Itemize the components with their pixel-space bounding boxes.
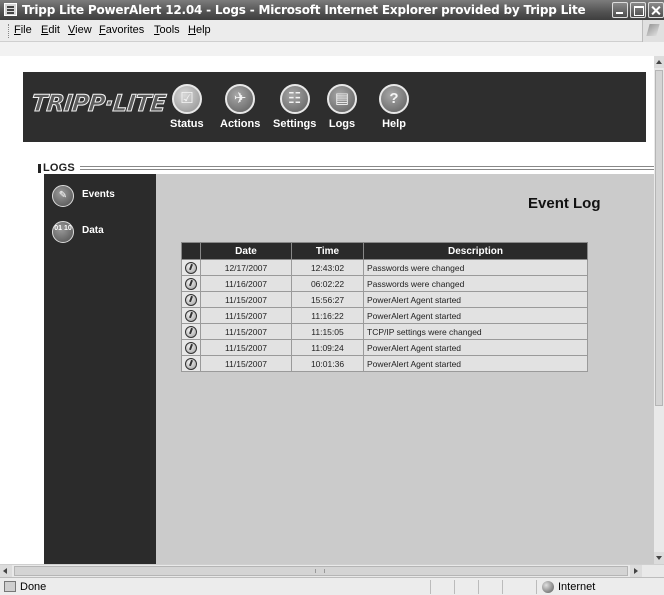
nav-settings-label: Settings <box>273 118 317 130</box>
cell-time: 11:09:24 <box>291 339 364 356</box>
event-info-icon[interactable] <box>185 293 197 306</box>
menu-favorites[interactable]: Favorites <box>99 24 144 36</box>
scroll-down-icon[interactable] <box>654 552 664 564</box>
minimize-button[interactable] <box>612 2 628 18</box>
sidebar-item-label: Events <box>82 189 115 200</box>
app-header: TRIPP·LITE ☑ Status ✈ Actions ☷ Settings… <box>23 72 646 142</box>
column-header-description[interactable]: Description <box>363 242 588 260</box>
menu-file[interactable]: File <box>14 24 32 36</box>
cell-date: 11/16/2007 <box>200 275 292 292</box>
cell-date: 11/15/2007 <box>200 307 292 324</box>
logs-sidebar: ✎ Events 01 10 Data <box>44 174 156 564</box>
maximize-button[interactable] <box>630 2 646 18</box>
help-icon: ? <box>379 84 409 114</box>
menu-edit[interactable]: Edit <box>41 24 60 36</box>
event-log-table: Date Time Description 12/17/2007 12:43:0… <box>181 242 588 372</box>
cell-description: Passwords were changed <box>363 275 588 292</box>
page-title: Event Log <box>528 195 601 212</box>
settings-icon: ☷ <box>279 84 310 114</box>
cell-description: PowerAlert Agent started <box>363 307 588 324</box>
event-info-icon[interactable] <box>185 261 197 274</box>
cell-time: 06:02:22 <box>291 275 364 292</box>
toolbar-grip[interactable] <box>8 24 10 38</box>
vertical-scroll-thumb[interactable] <box>655 70 663 406</box>
status-bar: Done Internet <box>0 577 664 595</box>
cell-description: TCP/IP settings were changed <box>363 323 588 340</box>
logs-icon: ▤ <box>327 84 357 114</box>
section-marker <box>38 164 41 173</box>
event-info-icon[interactable] <box>185 357 197 370</box>
windows-logo-icon <box>642 20 664 42</box>
ie-app-icon[interactable] <box>4 3 17 16</box>
status-text: Done <box>20 581 47 593</box>
section-title: LOGS <box>43 162 75 174</box>
security-zone-label[interactable]: Internet <box>558 581 595 593</box>
nav-logs-label: Logs <box>328 118 356 130</box>
table-row[interactable]: 11/15/2007 11:15:05 TCP/IP settings were… <box>181 323 588 340</box>
tripp-lite-logo[interactable]: TRIPP·LITE <box>29 91 168 127</box>
window-title: Tripp Lite PowerAlert 12.04 - Logs - Mic… <box>22 3 586 17</box>
cell-description: PowerAlert Agent started <box>363 291 588 308</box>
sidebar-item-label: Data <box>82 225 104 236</box>
cell-description: Passwords were changed <box>363 259 588 276</box>
cell-date: 12/17/2007 <box>200 259 292 276</box>
event-info-icon[interactable] <box>185 325 197 338</box>
icon-column-header <box>181 242 201 260</box>
nav-help-label: Help <box>382 118 406 130</box>
cell-description: PowerAlert Agent started <box>363 355 588 372</box>
cell-date: 11/15/2007 <box>200 291 292 308</box>
section-rule <box>80 166 655 170</box>
internet-zone-icon <box>542 581 554 593</box>
menu-view[interactable]: View <box>68 24 92 36</box>
scroll-up-icon[interactable] <box>654 56 664 68</box>
table-row[interactable]: 11/15/2007 15:56:27 PowerAlert Agent sta… <box>181 291 588 308</box>
table-row[interactable]: 11/16/2007 06:02:22 Passwords were chang… <box>181 275 588 292</box>
menu-help[interactable]: Help <box>188 24 211 36</box>
menu-tools[interactable]: Tools <box>154 24 180 36</box>
cell-time: 11:15:05 <box>291 323 364 340</box>
status-icon: ☑ <box>171 84 202 114</box>
title-bar: Tripp Lite PowerAlert 12.04 - Logs - Mic… <box>0 0 664 20</box>
table-row[interactable]: 12/17/2007 12:43:02 Passwords were chang… <box>181 259 588 276</box>
nav-help[interactable]: ? Help <box>379 84 409 130</box>
event-info-icon[interactable] <box>185 277 197 290</box>
table-row[interactable]: 11/15/2007 11:09:24 PowerAlert Agent sta… <box>181 339 588 356</box>
table-header-row: Date Time Description <box>181 242 588 260</box>
cell-time: 12:43:02 <box>291 259 364 276</box>
cell-date: 11/15/2007 <box>200 339 292 356</box>
content-panel: Event Log Date Time Description 12/17/20… <box>156 174 655 564</box>
horizontal-scrollbar[interactable] <box>0 564 664 577</box>
cell-date: 11/15/2007 <box>200 355 292 372</box>
vertical-scrollbar[interactable] <box>654 56 664 564</box>
column-header-date[interactable]: Date <box>200 242 292 260</box>
cell-time: 10:01:36 <box>291 355 364 372</box>
scroll-right-icon[interactable] <box>630 565 642 577</box>
nav-actions-label: Actions <box>220 118 261 130</box>
cell-description: PowerAlert Agent started <box>363 339 588 356</box>
nav-logs[interactable]: ▤ Logs <box>327 84 357 130</box>
section-header: LOGS <box>38 162 655 174</box>
scroll-left-icon[interactable] <box>0 565 12 577</box>
actions-icon: ✈ <box>225 84 256 114</box>
table-row[interactable]: 11/15/2007 10:01:36 PowerAlert Agent sta… <box>181 355 588 372</box>
page-done-icon <box>4 581 16 592</box>
horizontal-scroll-thumb[interactable] <box>14 566 628 576</box>
nav-status-label: Status <box>170 118 204 130</box>
nav-settings[interactable]: ☷ Settings <box>273 84 316 130</box>
cell-time: 11:16:22 <box>291 307 364 324</box>
column-header-time[interactable]: Time <box>291 242 364 260</box>
table-row[interactable]: 11/15/2007 11:16:22 PowerAlert Agent sta… <box>181 307 588 324</box>
event-info-icon[interactable] <box>185 341 197 354</box>
events-icon: ✎ <box>52 185 74 207</box>
cell-time: 15:56:27 <box>291 291 364 308</box>
nav-status[interactable]: ☑ Status <box>170 84 204 130</box>
menu-bar: File Edit View Favorites Tools Help <box>0 20 664 42</box>
close-button[interactable] <box>648 2 664 18</box>
data-icon: 01 10 <box>52 221 74 243</box>
cell-date: 11/15/2007 <box>200 323 292 340</box>
nav-actions[interactable]: ✈ Actions <box>220 84 260 130</box>
event-info-icon[interactable] <box>185 309 197 322</box>
